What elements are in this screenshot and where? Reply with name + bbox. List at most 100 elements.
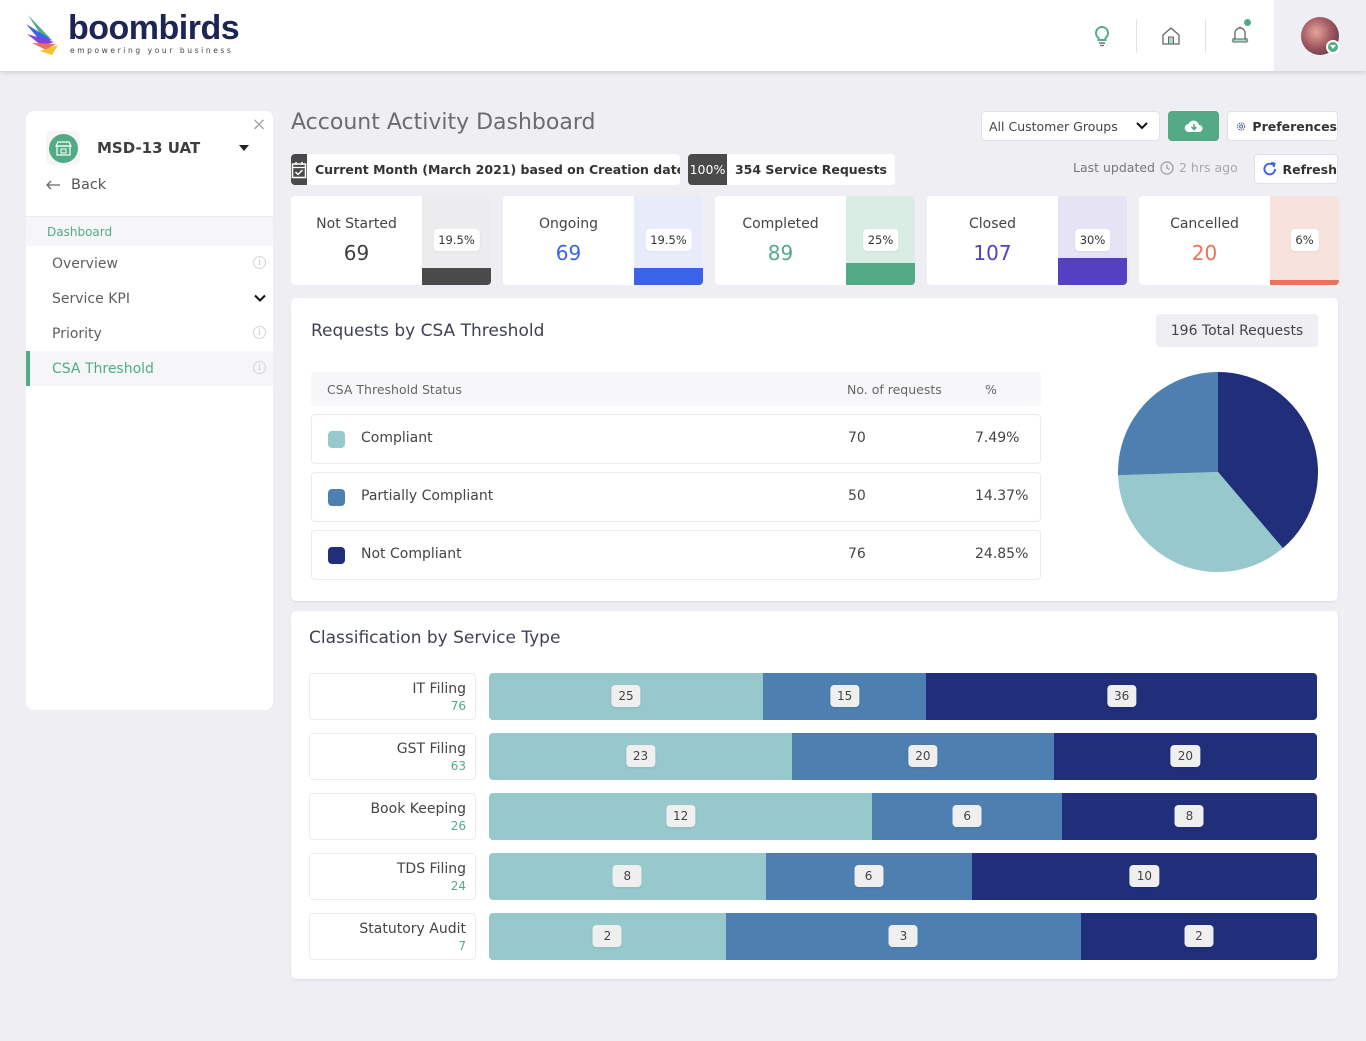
close-icon[interactable]: × — [251, 115, 267, 135]
legend-swatch — [328, 547, 345, 564]
csa-threshold-panel: Requests by CSA Threshold 196 Total Requ… — [291, 298, 1338, 601]
csa-table-row[interactable]: Compliant 70 7.49% — [311, 414, 1041, 464]
sidebar-item-label: Overview — [52, 255, 118, 272]
status-label: Not Started — [316, 216, 397, 232]
total-requests-badge: 196 Total Requests — [1156, 314, 1318, 347]
period-label: Current Month (March 2021) based on Crea… — [315, 162, 680, 177]
status-card-info: Not Started 69 — [291, 196, 422, 285]
org-name: MSD-13 UAT — [97, 139, 201, 157]
info-icon[interactable]: i — [253, 326, 266, 339]
org-switcher[interactable]: MSD-13 UAT — [46, 131, 251, 165]
sidebar-item-label: Priority — [52, 325, 102, 342]
download-button[interactable] — [1168, 111, 1219, 141]
preferences-button[interactable]: Preferences — [1227, 111, 1338, 141]
bar-segment-not-compliant[interactable]: 10 — [971, 853, 1317, 900]
status-progress-fill — [1270, 280, 1339, 285]
brand-logo[interactable]: boombirds empowering your business — [24, 11, 240, 58]
service-type-name: TDS Filing — [396, 861, 466, 877]
status-percent: 19.5% — [645, 229, 692, 251]
sidebar-item-label: Service KPI — [52, 290, 130, 307]
user-menu[interactable] — [1274, 0, 1366, 71]
sidebar-item-overview[interactable]: Overview i — [26, 246, 273, 281]
sidebar-item-service-kpi[interactable]: Service KPI — [26, 281, 273, 316]
service-type-name: Statutory Audit — [359, 921, 466, 937]
stacked-bar: 8 6 10 — [489, 853, 1317, 900]
status-progress-fill — [846, 263, 915, 285]
service-type-label[interactable]: Statutory Audit 7 — [309, 913, 476, 960]
org-logo — [46, 131, 80, 165]
bar-segment-compliant[interactable]: 12 — [489, 793, 873, 840]
bar-segment-value: 6 — [854, 865, 884, 887]
bar-segment-not-compliant[interactable]: 20 — [1053, 733, 1317, 780]
brand-tagline: empowering your business — [70, 46, 234, 55]
bar-segment-partially-compliant[interactable]: 3 — [725, 913, 1081, 960]
csa-request-percent: 24.85% — [975, 546, 1029, 562]
status-card-closed[interactable]: Closed 107 30% — [927, 196, 1127, 285]
pie-slice-partially-compliant[interactable] — [1118, 372, 1218, 476]
status-label: Closed — [968, 216, 1017, 232]
bar-segment-partially-compliant[interactable]: 6 — [765, 853, 972, 900]
status-percent: 30% — [1074, 229, 1111, 251]
bar-segment-value: 2 — [592, 925, 622, 947]
bar-segment-not-compliant[interactable]: 36 — [926, 673, 1317, 720]
bar-segment-value: 2 — [1184, 925, 1214, 947]
notifications-button[interactable] — [1206, 0, 1274, 71]
refresh-label: Refresh — [1282, 161, 1337, 177]
back-link[interactable]: Back — [46, 177, 106, 193]
home-icon — [1162, 26, 1180, 45]
status-card-completed[interactable]: Completed 89 25% — [715, 196, 915, 285]
info-icon[interactable]: i — [253, 256, 266, 269]
bar-segment-partially-compliant[interactable]: 15 — [763, 673, 927, 720]
status-card-ongoing[interactable]: Ongoing 69 19.5% — [503, 196, 703, 285]
info-icon[interactable]: i — [253, 361, 266, 374]
period-filter[interactable]: Current Month (March 2021) based on Crea… — [291, 154, 680, 185]
status-card-info: Ongoing 69 — [503, 196, 634, 285]
bar-segment-compliant[interactable]: 8 — [489, 853, 766, 900]
service-type-name: IT Filing — [412, 681, 466, 697]
gear-icon — [1237, 121, 1246, 131]
status-progress-fill — [422, 268, 491, 285]
service-type-label[interactable]: GST Filing 63 — [309, 733, 476, 780]
status-count: 20 — [1191, 241, 1218, 265]
lightbulb-icon — [1094, 25, 1110, 46]
back-label: Back — [71, 177, 107, 193]
service-type-label[interactable]: Book Keeping 26 — [309, 793, 476, 840]
service-type-label[interactable]: IT Filing 76 — [309, 673, 476, 720]
bar-segment-compliant[interactable]: 2 — [489, 913, 726, 960]
column-header-percent: % — [985, 382, 997, 397]
status-card-info: Closed 107 — [927, 196, 1058, 285]
last-updated-value: 2 hrs ago — [1179, 160, 1238, 175]
page-title: Account Activity Dashboard — [291, 110, 596, 135]
bar-segment-compliant[interactable]: 25 — [489, 673, 764, 720]
sidebar-item-csa-threshold[interactable]: CSA Threshold i — [26, 351, 273, 386]
last-updated: Last updated 2 hrs ago — [1073, 160, 1238, 175]
sidebar-item-priority[interactable]: Priority i — [26, 316, 273, 351]
bar-segment-compliant[interactable]: 23 — [489, 733, 793, 780]
classification-panel: Classification by Service Type IT Filing… — [291, 611, 1338, 979]
csa-request-percent: 7.49% — [975, 430, 1020, 446]
bar-segment-partially-compliant[interactable]: 20 — [792, 733, 1054, 780]
service-type-label[interactable]: TDS Filing 24 — [309, 853, 476, 900]
status-percent: 6% — [1290, 229, 1319, 251]
customer-group-select[interactable]: All Customer Groups — [981, 111, 1160, 141]
csa-table-row[interactable]: Partially Compliant 50 14.37% — [311, 472, 1041, 522]
caret-down-icon — [239, 145, 249, 151]
refresh-button[interactable]: Refresh — [1254, 154, 1338, 184]
home-button[interactable] — [1137, 0, 1205, 71]
csa-table-row[interactable]: Not Compliant 76 24.85% — [311, 530, 1041, 580]
bar-segment-value: 10 — [1129, 865, 1159, 887]
bell-icon — [1231, 26, 1249, 42]
status-card-not-started[interactable]: Not Started 69 19.5% — [291, 196, 491, 285]
bar-segment-partially-compliant[interactable]: 6 — [872, 793, 1062, 840]
bar-segment-not-compliant[interactable]: 2 — [1081, 913, 1317, 960]
stacked-bar: 2 3 2 — [489, 913, 1317, 960]
status-card-cancelled[interactable]: Cancelled 20 6% — [1139, 196, 1339, 285]
chevron-down-icon[interactable] — [253, 291, 267, 305]
service-type-name: GST Filing — [396, 741, 466, 757]
csa-table-header: CSA Threshold Status No. of requests % — [311, 372, 1041, 406]
csa-status-name: Partially Compliant — [361, 488, 494, 504]
tips-button[interactable] — [1068, 0, 1136, 71]
bar-segment-not-compliant[interactable]: 8 — [1061, 793, 1317, 840]
service-type-total: 63 — [450, 759, 466, 773]
requests-percent: 100% — [688, 154, 727, 185]
